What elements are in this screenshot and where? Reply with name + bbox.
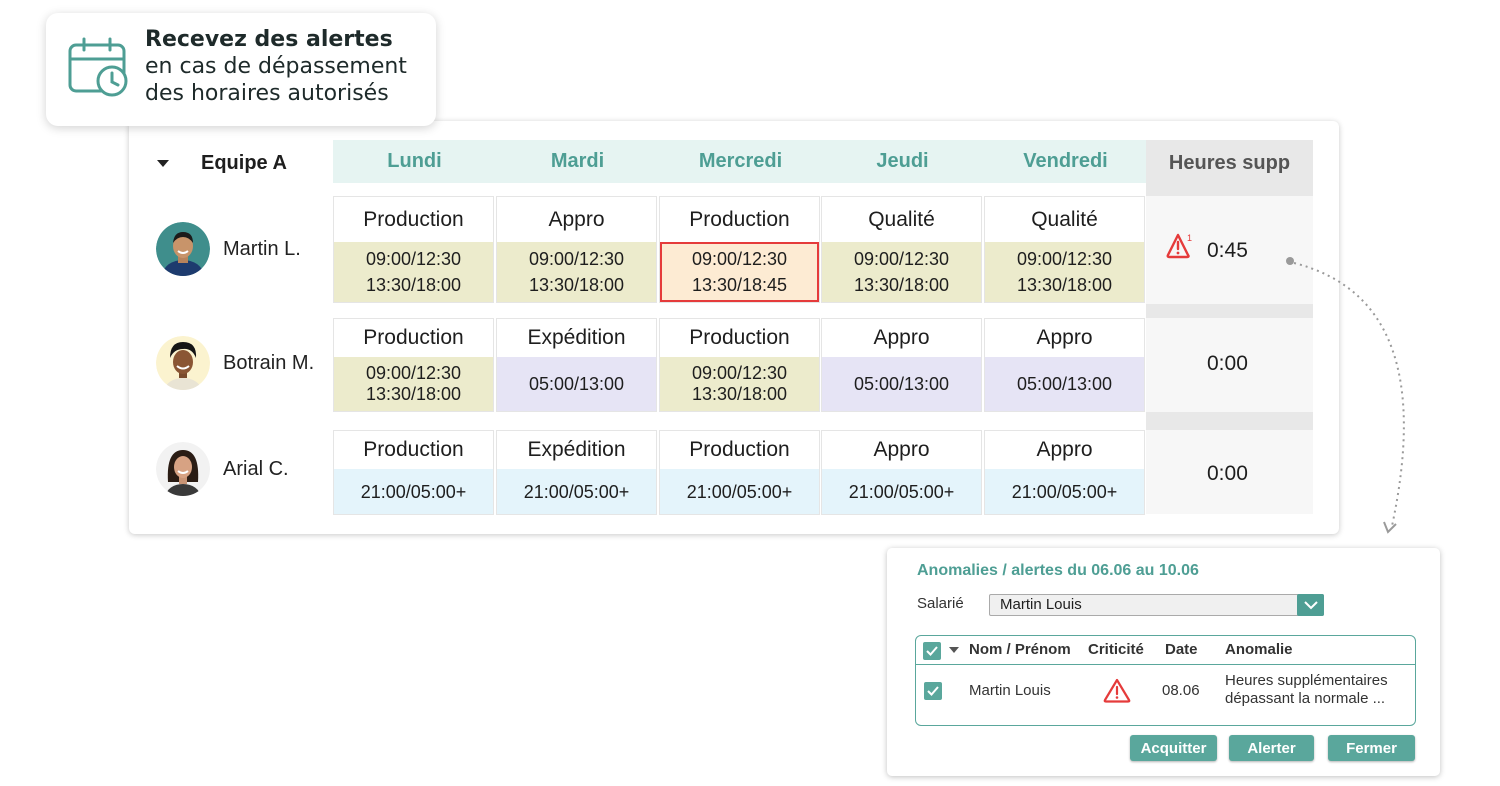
overtime-value: 0:00: [1207, 462, 1248, 485]
avatar: [156, 222, 210, 276]
shift-cell[interactable]: Production 09:00/12:30 13:30/18:00: [333, 196, 494, 303]
select-all-checkbox[interactable]: [923, 642, 941, 660]
shift-hours: 05:00/13:00: [822, 357, 981, 411]
shift-role: Qualité: [1031, 207, 1098, 231]
employee-name: Arial C.: [223, 457, 289, 480]
row-separator: [1146, 304, 1313, 318]
column-header-criticity[interactable]: Criticité: [1088, 641, 1144, 658]
shift-hours: 21:00/05:00+: [334, 469, 493, 514]
shift-hours: 09:00/12:30 13:30/18:00: [660, 357, 819, 411]
employee-label: Salarié: [917, 595, 964, 612]
column-header-name[interactable]: Nom / Prénom: [969, 641, 1071, 658]
column-header-date[interactable]: Date: [1165, 641, 1198, 658]
shift-role: Appro: [548, 207, 605, 231]
shift-hours: 09:00/12:30 13:30/18:00: [334, 242, 493, 302]
dialog-title: Anomalies / alertes du 06.06 au 10.06: [917, 562, 1199, 579]
shift-cell[interactable]: Production 21:00/05:00+: [659, 430, 820, 515]
anomalies-table: Nom / Prénom Criticité Date Anomalie Mar…: [915, 635, 1416, 726]
shift-role: Appro: [873, 438, 930, 461]
employee-select-value: Martin Louis: [1000, 596, 1082, 613]
shift-cell[interactable]: Appro 05:00/13:00: [984, 318, 1145, 412]
employee-arial[interactable]: Arial C.: [156, 442, 289, 496]
day-header-friday: Vendredi: [1023, 150, 1108, 172]
row-separator: [1146, 412, 1313, 430]
shift-role: Production: [689, 326, 790, 349]
caret-down-icon[interactable]: [157, 159, 169, 167]
team-toggle[interactable]: Equipe A: [157, 148, 317, 178]
row-checkbox[interactable]: [924, 682, 942, 700]
employee-botrain[interactable]: Botrain M.: [156, 336, 314, 390]
column-header-anomaly[interactable]: Anomalie: [1225, 641, 1293, 658]
warning-triangle-icon[interactable]: 1: [1166, 232, 1196, 260]
shift-hours: 05:00/13:00: [985, 357, 1144, 411]
calendar-clock-icon: [68, 37, 128, 97]
avatar: [156, 442, 210, 496]
shift-role: Production: [363, 438, 464, 461]
shift-cell[interactable]: Appro 09:00/12:30 13:30/18:00: [496, 196, 657, 303]
warning-triangle-icon: [1103, 678, 1131, 703]
acknowledge-button[interactable]: Acquitter: [1130, 735, 1217, 761]
row-date: 08.06: [1162, 682, 1200, 699]
day-header-wednesday: Mercredi: [698, 150, 783, 172]
chevron-down-icon[interactable]: [1297, 594, 1324, 616]
shift-role: Qualité: [868, 207, 935, 231]
shift-cell[interactable]: Appro 21:00/05:00+: [821, 430, 982, 515]
shift-cell[interactable]: Production 21:00/05:00+: [333, 430, 494, 515]
shift-hours: 21:00/05:00+: [822, 469, 981, 514]
alert-button[interactable]: Alerter: [1229, 735, 1314, 761]
shift-cell[interactable]: Expédition 05:00/13:00: [496, 318, 657, 412]
shift-role: Production: [689, 438, 790, 461]
shift-cell[interactable]: Production 09:00/12:30 13:30/18:00: [659, 318, 820, 412]
shift-role: Production: [689, 207, 790, 231]
shift-role: Production: [363, 326, 464, 349]
team-name: Equipe A: [201, 151, 287, 174]
overtime-value: 0:00: [1207, 352, 1248, 375]
row-anomaly: Heures supplémentaires dépassant la norm…: [1225, 672, 1388, 707]
svg-text:1: 1: [1187, 233, 1192, 243]
overtime-header: Heures supp: [1146, 140, 1313, 196]
callout-text: Recevez des alertes en cas de dépassemen…: [145, 27, 407, 106]
shift-hours: 05:00/13:00: [497, 357, 656, 411]
shift-cell[interactable]: Expédition 21:00/05:00+: [496, 430, 657, 515]
day-header-monday: Lundi: [387, 150, 442, 172]
shift-cell[interactable]: Appro 21:00/05:00+: [984, 430, 1145, 515]
shift-role: Production: [363, 207, 464, 231]
shift-hours: 09:00/12:30 13:30/18:00: [334, 357, 493, 411]
shift-cell[interactable]: Appro 05:00/13:00: [821, 318, 982, 412]
shift-hours: 09:00/12:30 13:30/18:00: [822, 242, 981, 302]
shift-hours: 09:00/12:30 13:30/18:00: [985, 242, 1144, 302]
day-header-thursday: Jeudi: [876, 150, 929, 172]
sort-caret-icon[interactable]: [949, 647, 959, 654]
employee-select[interactable]: Martin Louis: [989, 594, 1324, 616]
employee-name: Martin L.: [223, 237, 301, 260]
avatar: [156, 336, 210, 390]
shift-hours: 21:00/05:00+: [660, 469, 819, 514]
table-header-divider: [916, 664, 1415, 665]
shift-cell-alert[interactable]: Production 09:00/12:30 13:30/18:45: [659, 196, 820, 303]
overtime-value: 0:45: [1207, 239, 1248, 262]
shift-role: Appro: [1036, 326, 1093, 349]
shift-hours: 21:00/05:00+: [985, 469, 1144, 514]
employee-martin[interactable]: Martin L.: [156, 222, 301, 276]
shift-hours: 21:00/05:00+: [497, 469, 656, 514]
shift-role: Appro: [873, 326, 930, 349]
shift-role: Appro: [1036, 438, 1093, 461]
shift-hours-exceeded: 09:00/12:30 13:30/18:45: [660, 242, 819, 302]
shift-cell[interactable]: Production 09:00/12:30 13:30/18:00: [333, 318, 494, 412]
shift-hours: 09:00/12:30 13:30/18:00: [497, 242, 656, 302]
shift-role: Expédition: [527, 438, 626, 461]
row-name: Martin Louis: [969, 682, 1051, 699]
anomalies-dialog: Anomalies / alertes du 06.06 au 10.06 Sa…: [887, 548, 1440, 776]
close-button[interactable]: Fermer: [1328, 735, 1415, 761]
shift-cell[interactable]: Qualité 09:00/12:30 13:30/18:00: [984, 196, 1145, 303]
employee-name: Botrain M.: [223, 351, 315, 374]
shift-role: Expédition: [527, 326, 626, 349]
feature-callout: Recevez des alertes en cas de dépassemen…: [46, 13, 436, 126]
shift-cell[interactable]: Qualité 09:00/12:30 13:30/18:00: [821, 196, 982, 303]
day-header-tuesday: Mardi: [550, 150, 605, 172]
